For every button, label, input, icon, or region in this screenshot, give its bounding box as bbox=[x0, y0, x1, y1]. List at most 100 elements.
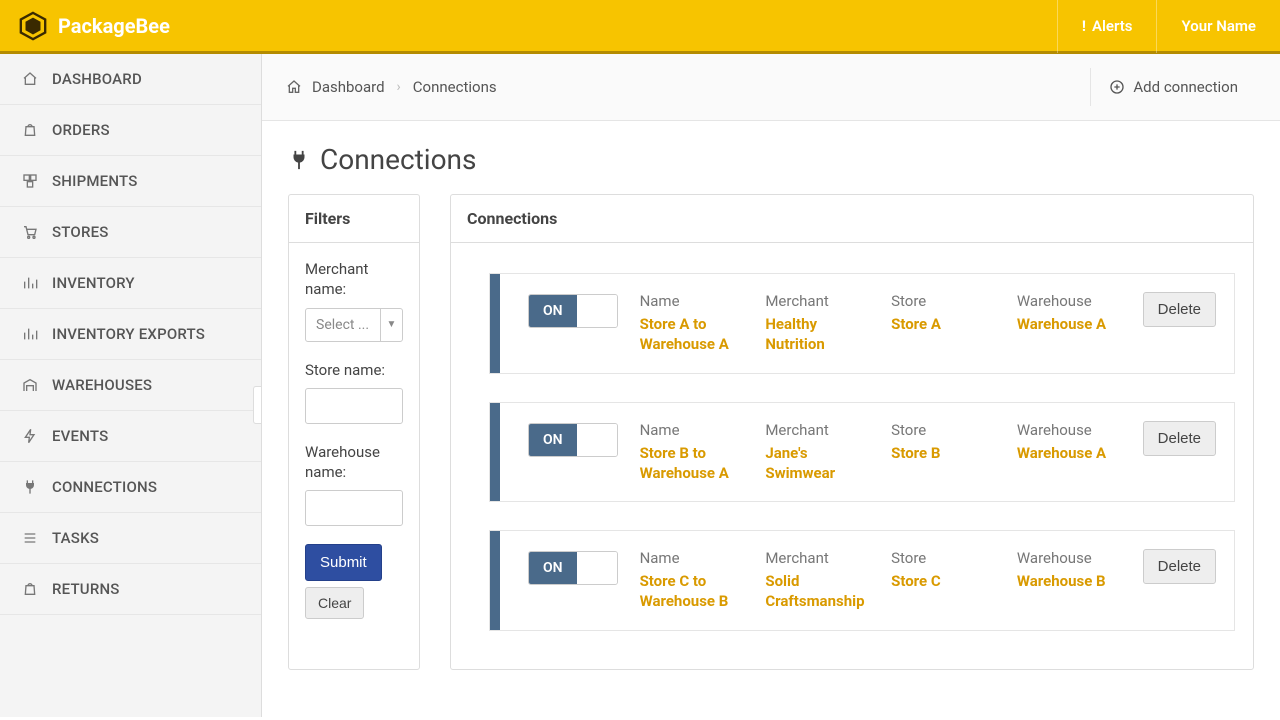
breadcrumb-item-dashboard[interactable]: Dashboard bbox=[312, 78, 385, 96]
brand[interactable]: PackageBee bbox=[0, 11, 188, 41]
toggle-handle bbox=[577, 552, 617, 584]
connections-panel: Connections ONNameStore A to Warehouse A… bbox=[450, 194, 1254, 670]
bars-icon bbox=[22, 326, 40, 342]
chevron-down-icon: ▼ bbox=[380, 309, 402, 341]
alerts-label: Alerts bbox=[1092, 17, 1133, 35]
sidebar-item-warehouses[interactable]: WAREHOUSES bbox=[0, 360, 261, 411]
home-icon[interactable] bbox=[286, 79, 302, 95]
plus-circle-icon bbox=[1109, 79, 1125, 95]
connection-accent-bar bbox=[490, 274, 500, 373]
sidebar-item-inventory[interactable]: INVENTORY bbox=[0, 258, 261, 309]
sidebar-item-shipments[interactable]: SHIPMENTS bbox=[0, 156, 261, 207]
toggle-handle bbox=[577, 424, 617, 456]
topbar: PackageBee ! Alerts Your Name bbox=[0, 0, 1280, 54]
sidebar-item-label: INVENTORY EXPORTS bbox=[52, 325, 205, 343]
merchant-select-value: Select ... bbox=[306, 309, 380, 341]
warehouse-icon bbox=[22, 377, 40, 393]
sidebar-item-label: DASHBOARD bbox=[52, 70, 142, 88]
col-merchant-header: Merchant bbox=[765, 549, 869, 567]
connection-name-link[interactable]: Store A to Warehouse A bbox=[640, 314, 744, 355]
toggle-handle bbox=[577, 295, 617, 327]
connection-toggle[interactable]: ON bbox=[528, 294, 618, 328]
breadcrumb-bar: Dashboard › Connections Add connection bbox=[262, 54, 1280, 121]
filters-panel: Filters Merchant name: Select ... ▼ Stor… bbox=[288, 194, 420, 670]
connection-warehouse-link[interactable]: Warehouse A bbox=[1017, 314, 1121, 334]
bolt-icon bbox=[22, 428, 40, 444]
col-warehouse-header: Warehouse bbox=[1017, 549, 1121, 567]
clear-button[interactable]: Clear bbox=[305, 587, 364, 619]
list-icon bbox=[22, 530, 40, 546]
plug-icon bbox=[22, 479, 40, 495]
toggle-on-label: ON bbox=[529, 424, 577, 456]
filters-title: Filters bbox=[289, 195, 419, 243]
store-name-label: Store name: bbox=[305, 360, 403, 380]
connection-merchant-link[interactable]: Healthy Nutrition bbox=[765, 314, 869, 355]
col-store-header: Store bbox=[891, 421, 995, 439]
connection-toggle[interactable]: ON bbox=[528, 551, 618, 585]
main-content: Dashboard › Connections Add connection C… bbox=[262, 54, 1280, 717]
bag-icon bbox=[22, 122, 40, 138]
col-name-header: Name bbox=[640, 421, 744, 439]
plug-icon bbox=[288, 149, 310, 171]
sidebar: DASHBOARD ORDERS SHIPMENTS STORES INVENTORY I… bbox=[0, 54, 262, 717]
warehouse-name-input[interactable] bbox=[305, 490, 403, 526]
connection-store-link[interactable]: Store A bbox=[891, 314, 995, 334]
connection-name-link[interactable]: Store B to Warehouse A bbox=[640, 443, 744, 484]
sidebar-item-label: STORES bbox=[52, 223, 109, 241]
sidebar-item-connections[interactable]: CONNECTIONS bbox=[0, 462, 261, 513]
sidebar-item-orders[interactable]: ORDERS bbox=[0, 105, 261, 156]
toggle-on-label: ON bbox=[529, 295, 577, 327]
page-title: Connections bbox=[262, 121, 1280, 194]
col-store-header: Store bbox=[891, 292, 995, 310]
merchant-select[interactable]: Select ... ▼ bbox=[305, 308, 403, 342]
toggle-on-label: ON bbox=[529, 552, 577, 584]
connection-store-link[interactable]: Store C bbox=[891, 571, 995, 591]
delete-button[interactable]: Delete bbox=[1143, 549, 1216, 584]
connection-row: ON Name Store C to Warehouse B Merchant Soli… bbox=[489, 530, 1235, 631]
connection-merchant-link[interactable]: Solid Craftsmanship bbox=[765, 571, 869, 612]
sidebar-item-label: CONNECTIONS bbox=[52, 478, 157, 496]
merchant-name-label: Merchant name: bbox=[305, 259, 403, 300]
sidebar-item-label: TASKS bbox=[52, 529, 99, 547]
sidebar-item-inventory-exports[interactable]: INVENTORY EXPORTS bbox=[0, 309, 261, 360]
sidebar-item-stores[interactable]: STORES bbox=[0, 207, 261, 258]
sidebar-item-dashboard[interactable]: DASHBOARD bbox=[0, 54, 261, 105]
connection-warehouse-link[interactable]: Warehouse B bbox=[1017, 571, 1121, 591]
alert-icon: ! bbox=[1082, 17, 1086, 35]
connection-store-link[interactable]: Store B bbox=[891, 443, 995, 463]
sidebar-item-label: INVENTORY bbox=[52, 274, 135, 292]
boxes-icon bbox=[22, 173, 40, 189]
connection-warehouse-link[interactable]: Warehouse A bbox=[1017, 443, 1121, 463]
sidebar-item-tasks[interactable]: TASKS bbox=[0, 513, 261, 564]
sidebar-item-returns[interactable]: RETURNS bbox=[0, 564, 261, 615]
delete-button[interactable]: Delete bbox=[1143, 421, 1216, 456]
connection-merchant-link[interactable]: Jane's Swimwear bbox=[765, 443, 869, 484]
user-menu[interactable]: Your Name bbox=[1156, 0, 1280, 53]
add-connection-button[interactable]: Add connection bbox=[1090, 68, 1256, 106]
brand-name: PackageBee bbox=[58, 14, 170, 38]
sidebar-item-label: WAREHOUSES bbox=[52, 376, 152, 394]
page-title-text: Connections bbox=[320, 143, 476, 176]
store-name-input[interactable] bbox=[305, 388, 403, 424]
col-merchant-header: Merchant bbox=[765, 421, 869, 439]
col-store-header: Store bbox=[891, 549, 995, 567]
alerts-button[interactable]: ! Alerts bbox=[1057, 0, 1157, 53]
delete-button[interactable]: Delete bbox=[1143, 292, 1216, 327]
breadcrumb-item-connections[interactable]: Connections bbox=[413, 78, 497, 96]
connection-toggle[interactable]: ON bbox=[528, 423, 618, 457]
brand-logo-icon bbox=[18, 11, 48, 41]
sidebar-item-label: ORDERS bbox=[52, 121, 110, 139]
connection-name-link[interactable]: Store C to Warehouse B bbox=[640, 571, 744, 612]
col-name-header: Name bbox=[640, 549, 744, 567]
connection-accent-bar bbox=[490, 403, 500, 502]
user-name: Your Name bbox=[1181, 17, 1256, 35]
submit-button[interactable]: Submit bbox=[305, 544, 382, 581]
col-warehouse-header: Warehouse bbox=[1017, 421, 1121, 439]
sidebar-item-events[interactable]: EVENTS bbox=[0, 411, 261, 462]
col-merchant-header: Merchant bbox=[765, 292, 869, 310]
col-warehouse-header: Warehouse bbox=[1017, 292, 1121, 310]
connection-accent-bar bbox=[490, 531, 500, 630]
sidebar-item-label: EVENTS bbox=[52, 427, 108, 445]
connection-row: ON Name Store B to Warehouse A Merchant Jane… bbox=[489, 402, 1235, 503]
warehouse-name-label: Warehouse name: bbox=[305, 442, 403, 483]
